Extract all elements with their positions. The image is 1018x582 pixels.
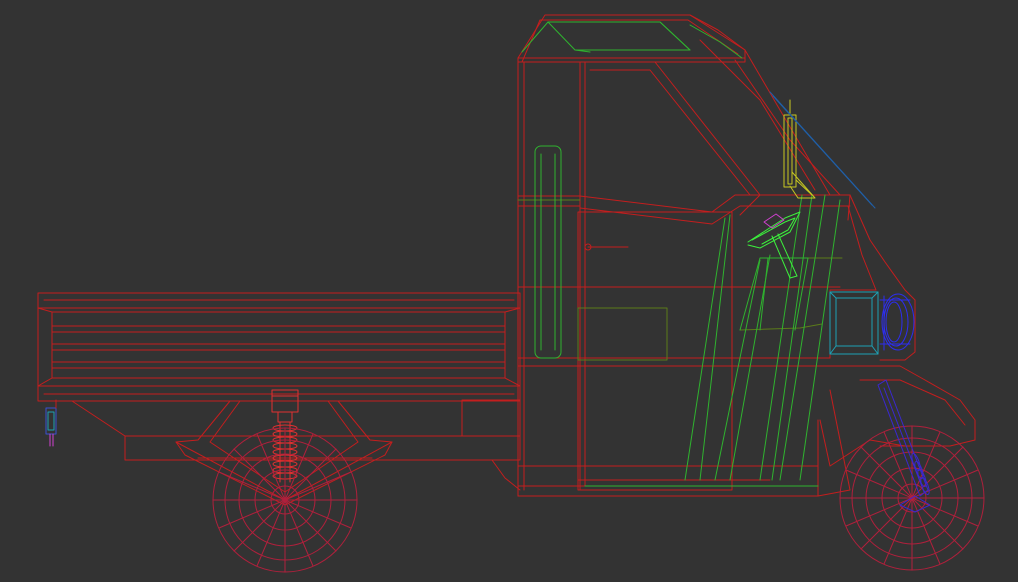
wireframe-model[interactable] [0,0,1018,582]
tail-light-icon [45,399,57,447]
chassis-frame [71,399,819,497]
steering-wheel-icon [747,211,801,279]
cabin-body [517,14,976,497]
headlight-icon [829,291,915,355]
cabin-interior [517,199,843,361]
3d-viewport[interactable] [0,0,1018,582]
wiper [769,91,876,209]
rear-suspension-arms [175,400,393,506]
rear-wheel-icon [212,427,358,573]
cabin-glass [521,21,841,487]
cargo-bed [37,292,521,402]
